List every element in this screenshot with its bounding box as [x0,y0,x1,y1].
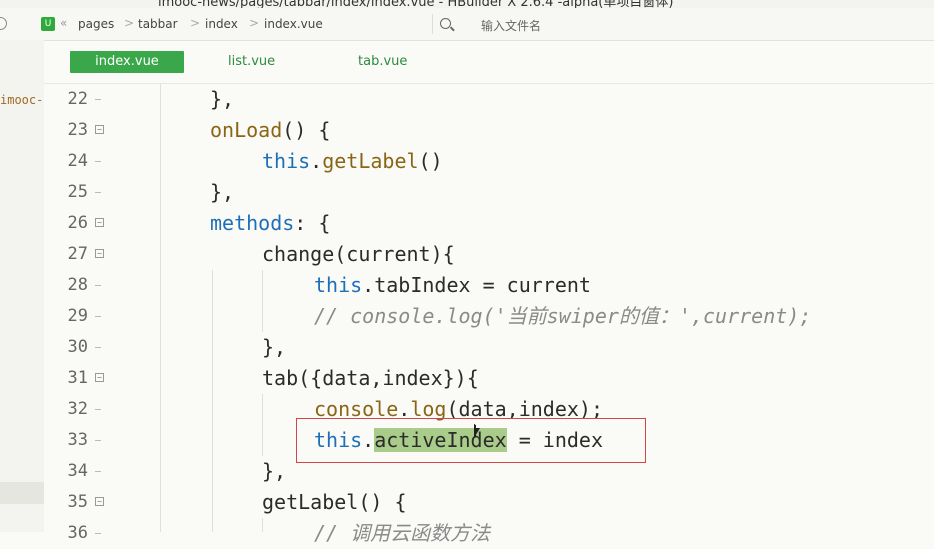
divider [432,14,433,34]
code-text: this.tabIndex = current [314,270,591,301]
token-keyword: methods [210,211,295,235]
tab-list-vue[interactable]: list.vue [228,51,275,73]
fold-toggle-icon[interactable]: − [95,497,104,506]
breadcrumb-separator: > [190,16,201,30]
line-number: 31 [67,368,88,388]
file-search-icon[interactable] [440,18,451,29]
token-text: .tabIndex = current [362,273,591,297]
code-text: this.getLabel() [262,146,443,177]
code-text: }, [262,335,287,359]
project-tree-item[interactable]: imooc-n [0,93,51,107]
fold-marker [95,471,101,472]
line-number: 35 [67,492,88,512]
line-number: 26 [67,213,88,233]
line-number: 23 [67,120,88,140]
back-icon[interactable]: « [60,16,67,30]
fold-toggle-icon[interactable]: − [95,125,104,134]
code-comment: // 调用云函数方法 [314,521,491,545]
line-number: 34 [67,461,88,481]
breadcrumb-separator: > [249,16,260,30]
code-text: getLabel() { [262,490,407,514]
token-keyword: this [314,273,363,297]
project-explorer: imooc-n [0,40,51,532]
code-line: 35 − getLabel() { [44,487,934,518]
token-function: getLabel [322,149,419,173]
fold-marker [95,440,101,441]
fold-marker [95,161,101,162]
token-text: () { [282,118,331,142]
tab-index-vue[interactable]: index.vue [70,51,184,73]
line-number: 32 [67,399,88,419]
fold-marker [95,192,101,193]
fold-marker [95,409,101,410]
fold-toggle-icon[interactable]: − [95,373,104,382]
code-editor[interactable]: 22 }, 23 − onLoad() { 24 this.getLabel()… [44,84,934,545]
line-number: 29 [67,306,88,326]
code-line: 25 }, [44,177,934,208]
breadcrumb-item-file[interactable]: index.vue [264,17,323,31]
line-number: 27 [67,244,88,264]
line-number: 24 [67,151,88,171]
line-number: 36 [67,523,88,543]
code-line: 23 − onLoad() { [44,115,934,146]
code-text: }, [210,180,235,204]
breadcrumb-item-tabbar[interactable]: tabbar [138,17,178,31]
breadcrumb-item-index[interactable]: index [205,17,238,31]
line-number: 28 [67,275,88,295]
code-text: change(current){ [262,242,455,266]
line-number: 30 [67,337,88,357]
editor-tab-bar: index.vue list.vue tab.vue [44,41,934,84]
fold-marker [95,99,101,100]
code-line: 27 − change(current){ [44,239,934,270]
code-text: }, [210,87,235,111]
line-number: 33 [67,430,88,450]
code-line: 26 − methods: { [44,208,934,239]
code-text: onLoad() { [210,115,330,146]
code-line: 28 this.tabIndex = current [44,270,934,301]
line-number: 22 [67,89,88,109]
fold-toggle-icon[interactable]: − [95,218,104,227]
code-line: 29 // console.log('当前swiper的值：',current)… [44,301,934,332]
breadcrumb-separator: > [124,16,135,30]
breadcrumb-bar: U « pages > tabbar > index > index.vue 输… [0,8,934,41]
code-line: 30 }, [44,332,934,363]
token-text: () [418,149,443,173]
line-number: 25 [67,182,88,202]
annotation-highlight-box [296,418,646,463]
breadcrumb-item-pages[interactable]: pages [78,17,114,31]
code-text: methods: { [210,208,330,239]
selected-tree-row[interactable] [0,482,44,504]
code-line: 31 − tab({data,index}){ [44,363,934,394]
token-text: . [310,149,323,173]
tab-tab-vue[interactable]: tab.vue [358,51,407,73]
code-line: 24 this.getLabel() [44,146,934,177]
code-comment: // console.log('当前swiper的值：',current); [314,304,812,328]
fold-marker [95,533,101,534]
fold-marker [95,347,101,348]
project-type-icon: U [41,17,55,31]
mouse-cursor-icon [474,428,480,438]
fold-marker [95,285,101,286]
code-line: 22 }, [44,84,934,115]
code-text: tab({data,index}){ [262,366,479,390]
window-title: imooc-news/pages/tabbar/index/index.vue … [158,0,674,8]
fold-toggle-icon[interactable]: − [95,249,104,258]
token-function: onLoad [210,118,283,142]
file-search-input[interactable]: 输入文件名 [481,17,541,34]
code-line: 36 // 调用云函数方法 [44,518,934,549]
fold-marker [95,316,101,317]
code-text: }, [262,459,287,483]
token-keyword: this [262,149,311,173]
token-text: : { [294,211,331,235]
circle-icon[interactable] [0,17,7,30]
window-titlebar: imooc-news/pages/tabbar/index/index.vue … [0,0,934,8]
